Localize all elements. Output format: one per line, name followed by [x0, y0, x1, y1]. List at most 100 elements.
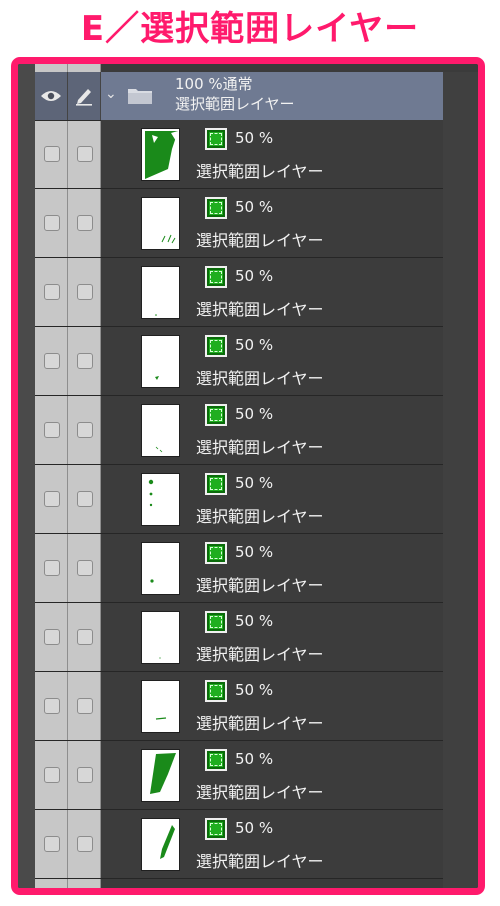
- layer-opacity: 50 %: [235, 474, 274, 492]
- layer-opacity: 50 %: [235, 267, 274, 285]
- layer-row[interactable]: 50 % 選択範囲レイヤー: [35, 465, 443, 534]
- edit-checkbox[interactable]: [76, 767, 93, 783]
- eye-icon: [41, 91, 61, 101]
- layer-body[interactable]: 50 % 選択範囲レイヤー: [101, 741, 443, 809]
- chevron-down-icon[interactable]: ⌄: [105, 86, 117, 102]
- visibility-checkbox[interactable]: [43, 215, 60, 231]
- layer-row[interactable]: 50 % 選択範囲レイヤー: [35, 396, 443, 465]
- layer-row[interactable]: 50 % 選択範囲レイヤー: [35, 603, 443, 672]
- layer-thumbnail: [141, 197, 180, 250]
- layer-row[interactable]: 50 % 選択範囲レイヤー: [35, 327, 443, 396]
- visibility-checkbox[interactable]: [43, 629, 60, 645]
- layer-edit-toggle[interactable]: [68, 465, 101, 533]
- layer-panel: ⌄ 100 %通常 選択範囲レイヤー 50 % 選択範囲レイヤー 50 % 選択…: [18, 64, 478, 888]
- layer-edit-toggle[interactable]: [68, 741, 101, 809]
- layer-name: 選択範囲レイヤー: [196, 852, 324, 871]
- visibility-checkbox[interactable]: [43, 698, 60, 714]
- edit-checkbox[interactable]: [76, 698, 93, 714]
- layer-visibility-toggle[interactable]: [35, 396, 68, 464]
- visibility-checkbox[interactable]: [43, 353, 60, 369]
- layer-edit-toggle[interactable]: [68, 396, 101, 464]
- selection-layer-icon: [205, 197, 227, 219]
- visibility-checkbox[interactable]: [43, 836, 60, 852]
- layer-edit-toggle[interactable]: [68, 672, 101, 740]
- edit-checkbox[interactable]: [76, 491, 93, 507]
- layer-row[interactable]: 50 % 選択範囲レイヤー: [35, 120, 443, 189]
- layer-edit-toggle[interactable]: [68, 258, 101, 326]
- layer-body[interactable]: 50 % 選択範囲レイヤー: [101, 258, 443, 326]
- layer-opacity: 50 %: [235, 543, 274, 561]
- visibility-checkbox[interactable]: [43, 284, 60, 300]
- layer-visibility-toggle[interactable]: [35, 672, 68, 740]
- layer-row[interactable]: 50 % 選択範囲レイヤー: [35, 258, 443, 327]
- layer-body[interactable]: 50 % 選択範囲レイヤー: [101, 534, 443, 602]
- layer-visibility-toggle[interactable]: [35, 327, 68, 395]
- layer-edit-toggle[interactable]: [68, 534, 101, 602]
- selection-layer-icon: [205, 680, 227, 702]
- layer-body[interactable]: 50 % 選択範囲レイヤー: [101, 189, 443, 257]
- panel-scroll-area[interactable]: [443, 72, 478, 888]
- highlight-frame: ⌄ 100 %通常 選択範囲レイヤー 50 % 選択範囲レイヤー 50 % 選択…: [11, 57, 485, 895]
- visibility-checkbox[interactable]: [43, 491, 60, 507]
- layer-body[interactable]: 50 % 選択範囲レイヤー: [101, 603, 443, 671]
- edit-checkbox[interactable]: [76, 629, 93, 645]
- layer-opacity: 50 %: [235, 681, 274, 699]
- edit-checkbox[interactable]: [76, 836, 93, 852]
- layer-edit-toggle[interactable]: [68, 810, 101, 878]
- selection-layer-icon: [205, 404, 227, 426]
- layer-name: 選択範囲レイヤー: [196, 231, 324, 250]
- layer-body[interactable]: 50 % 選択範囲レイヤー: [101, 465, 443, 533]
- layer-visibility-toggle[interactable]: [35, 189, 68, 257]
- visibility-checkbox[interactable]: [43, 767, 60, 783]
- layer-visibility-toggle[interactable]: [35, 741, 68, 809]
- layer-edit-toggle[interactable]: [68, 603, 101, 671]
- selection-layer-icon: [205, 611, 227, 633]
- layer-name: 選択範囲レイヤー: [196, 645, 324, 664]
- layer-body[interactable]: 50 % 選択範囲レイヤー: [101, 396, 443, 464]
- layer-visibility-toggle[interactable]: [35, 465, 68, 533]
- folder-icon: [128, 89, 152, 104]
- layer-row[interactable]: 50 % 選択範囲レイヤー: [35, 672, 443, 741]
- layer-edit-toggle[interactable]: [68, 120, 101, 188]
- layer-opacity: 50 %: [235, 612, 274, 630]
- layer-folder-row[interactable]: ⌄ 100 %通常 選択範囲レイヤー: [35, 72, 443, 121]
- layer-row[interactable]: 50 % 選択範囲レイヤー: [35, 741, 443, 810]
- layer-visibility-toggle[interactable]: [35, 603, 68, 671]
- layer-thumbnail: [141, 611, 180, 664]
- edit-checkbox[interactable]: [76, 284, 93, 300]
- layer-visibility-toggle[interactable]: [35, 258, 68, 326]
- folder-visibility-toggle[interactable]: [35, 72, 68, 120]
- layer-name: 選択範囲レイヤー: [196, 369, 324, 388]
- layer-body[interactable]: 50 % 選択範囲レイヤー: [101, 810, 443, 878]
- folder-edit-toggle[interactable]: [68, 72, 101, 120]
- layer-visibility-toggle[interactable]: [35, 120, 68, 188]
- layer-edit-toggle[interactable]: [68, 327, 101, 395]
- selection-layer-icon: [205, 335, 227, 357]
- edit-checkbox[interactable]: [76, 215, 93, 231]
- layer-visibility-toggle[interactable]: [35, 534, 68, 602]
- selection-layer-icon: [205, 818, 227, 840]
- edit-checkbox[interactable]: [76, 146, 93, 162]
- visibility-checkbox[interactable]: [43, 146, 60, 162]
- layer-thumbnail: [141, 404, 180, 457]
- edit-checkbox[interactable]: [76, 422, 93, 438]
- folder-opacity-mode: 100 %通常: [175, 75, 253, 93]
- layer-row[interactable]: 50 % 選択範囲レイヤー: [35, 810, 443, 879]
- pen-icon: [76, 89, 92, 106]
- layer-body[interactable]: 50 % 選択範囲レイヤー: [101, 327, 443, 395]
- layer-thumbnail: [141, 542, 180, 595]
- layer-visibility-toggle[interactable]: [35, 810, 68, 878]
- selection-layer-icon: [205, 266, 227, 288]
- layer-body[interactable]: 50 % 選択範囲レイヤー: [101, 672, 443, 740]
- layer-opacity: 50 %: [235, 198, 274, 216]
- visibility-checkbox[interactable]: [43, 422, 60, 438]
- edit-checkbox[interactable]: [76, 560, 93, 576]
- edit-checkbox[interactable]: [76, 353, 93, 369]
- layer-body[interactable]: 50 % 選択範囲レイヤー: [101, 120, 443, 188]
- layer-row[interactable]: 50 % 選択範囲レイヤー: [35, 534, 443, 603]
- layer-edit-toggle[interactable]: [68, 189, 101, 257]
- selection-layer-icon: [205, 128, 227, 150]
- layer-row[interactable]: 50 % 選択範囲レイヤー: [35, 189, 443, 258]
- visibility-checkbox[interactable]: [43, 560, 60, 576]
- selection-layer-icon: [205, 749, 227, 771]
